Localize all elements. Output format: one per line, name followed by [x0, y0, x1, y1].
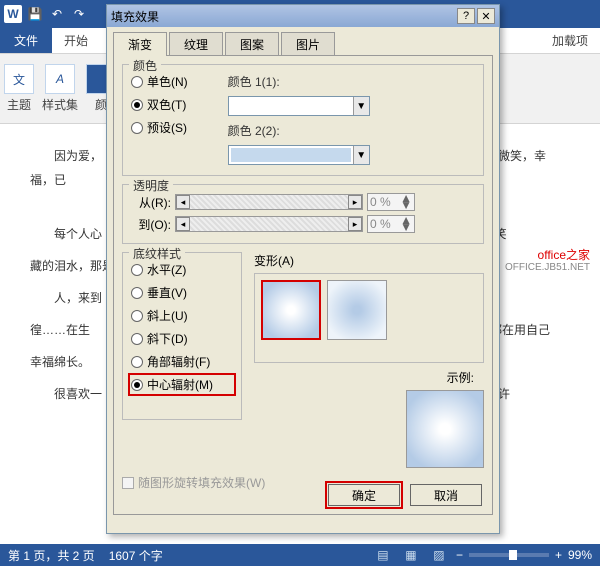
radio-vertical[interactable]: 垂直(V): [131, 284, 233, 301]
watermark-text: office之家: [505, 248, 590, 262]
variants-box: [254, 273, 484, 363]
arrow-left-icon[interactable]: ◂: [176, 217, 190, 231]
zoom-in-icon[interactable]: +: [555, 548, 562, 562]
styleset-icon: A: [45, 64, 75, 94]
radio-label: 单色(N): [147, 73, 188, 90]
undo-icon[interactable]: ↶: [48, 5, 66, 23]
arrow-left-icon[interactable]: ◂: [176, 195, 190, 209]
zoom-out-icon[interactable]: −: [456, 548, 463, 562]
transparency-group-title: 透明度: [129, 177, 173, 194]
radio-label: 角部辐射(F): [147, 353, 210, 370]
radio-corner[interactable]: 角部辐射(F): [131, 353, 233, 370]
doc-text: 幸福绵长。: [30, 355, 90, 369]
tab-pattern[interactable]: 图案: [225, 32, 279, 56]
dialog-tabs: 渐变 纹理 图案 图片: [107, 27, 499, 55]
dialog-body: 颜色 单色(N) 双色(T) 预设(S) 颜色 1(1): ▼ 颜色 2(2):…: [113, 55, 493, 515]
styleset-button[interactable]: A 样式集: [42, 64, 78, 113]
color2-combo[interactable]: ▼: [228, 145, 370, 165]
to-slider[interactable]: ◂▸: [175, 216, 363, 232]
radio-label: 斜上(U): [147, 307, 188, 324]
radio-diag-down[interactable]: 斜下(D): [131, 330, 233, 347]
color1-combo[interactable]: ▼: [228, 96, 370, 116]
radio-label: 垂直(V): [147, 284, 187, 301]
shading-group-title: 底纹样式: [129, 245, 185, 262]
example-label: 示例:: [254, 369, 474, 386]
pct-value: 0 %: [370, 217, 391, 231]
help-button[interactable]: ?: [457, 8, 475, 24]
from-label: 从(R):: [131, 194, 171, 211]
radio-one-color[interactable]: 单色(N): [131, 73, 188, 90]
spinner-icon[interactable]: ▲▼: [400, 195, 412, 209]
theme-label: 主题: [7, 96, 31, 113]
dialog-title: 填充效果: [111, 8, 159, 25]
transparency-group: 透明度 从(R): ◂▸ 0 %▲▼ 到(O): ◂▸ 0 %▲▼: [122, 184, 484, 244]
tab-gradient[interactable]: 渐变: [113, 32, 167, 56]
variant-2[interactable]: [327, 280, 387, 340]
view-read-icon[interactable]: ▤: [372, 546, 394, 564]
to-percent[interactable]: 0 % ▲▼: [367, 215, 415, 233]
tab-texture[interactable]: 纹理: [169, 32, 223, 56]
arrow-right-icon[interactable]: ▸: [348, 195, 362, 209]
tab-addin[interactable]: 加载项: [540, 28, 600, 53]
close-button[interactable]: ✕: [477, 8, 495, 24]
dialog-titlebar: 填充效果 ? ✕: [107, 5, 499, 27]
radio-label: 水平(Z): [147, 261, 186, 278]
color2-label: 颜色 2(2):: [228, 122, 370, 139]
redo-icon[interactable]: ↷: [70, 5, 88, 23]
radio-label: 中心辐射(M): [147, 376, 213, 393]
ok-button[interactable]: 确定: [328, 484, 400, 506]
doc-text: 每个人心: [54, 227, 102, 241]
radio-label: 双色(T): [147, 96, 186, 113]
radio-center[interactable]: 中心辐射(M): [131, 376, 233, 393]
fill-effects-dialog: 填充效果 ? ✕ 渐变 纹理 图案 图片 颜色 单色(N) 双色(T) 预设(S…: [106, 4, 500, 534]
colors-group-title: 颜色: [129, 57, 161, 74]
colors-group: 颜色 单色(N) 双色(T) 预设(S) 颜色 1(1): ▼ 颜色 2(2):…: [122, 64, 484, 176]
doc-text: 很喜欢一: [54, 387, 102, 401]
radio-diag-up[interactable]: 斜上(U): [131, 307, 233, 324]
word-icon: W: [4, 5, 22, 23]
tab-picture[interactable]: 图片: [281, 32, 335, 56]
to-label: 到(O):: [131, 216, 171, 233]
radio-two-color[interactable]: 双色(T): [131, 96, 188, 113]
shading-group: 底纹样式 水平(Z) 垂直(V) 斜上(U) 斜下(D) 角部辐射(F) 中心辐…: [122, 252, 242, 420]
zoom-slider[interactable]: [469, 553, 549, 557]
radio-label: 斜下(D): [147, 330, 188, 347]
view-print-icon[interactable]: ▦: [400, 546, 422, 564]
word-count[interactable]: 1607 个字: [109, 547, 163, 564]
checkbox-icon: [122, 477, 134, 489]
theme-icon: 文: [4, 64, 34, 94]
save-icon[interactable]: 💾: [26, 5, 44, 23]
from-slider[interactable]: ◂▸: [175, 194, 363, 210]
radio-horizontal[interactable]: 水平(Z): [131, 261, 233, 278]
from-percent[interactable]: 0 % ▲▼: [367, 193, 415, 211]
theme-button[interactable]: 文 主题: [4, 64, 34, 113]
cancel-button[interactable]: 取消: [410, 484, 482, 506]
page-indicator[interactable]: 第 1 页，共 2 页: [8, 547, 95, 564]
variants-label: 变形(A): [254, 252, 484, 269]
example-preview: [406, 390, 484, 468]
checkbox-label: 随图形旋转填充效果(W): [138, 474, 265, 491]
zoom-level[interactable]: 99%: [568, 548, 592, 562]
status-bar: 第 1 页，共 2 页 1607 个字 ▤ ▦ ▨ − + 99%: [0, 544, 600, 566]
doc-text: 因为爱，: [54, 149, 102, 163]
watermark: office之家 OFFICE.JB51.NET: [505, 248, 590, 274]
color1-label: 颜色 1(1):: [228, 73, 370, 90]
watermark-url: OFFICE.JB51.NET: [505, 262, 590, 274]
arrow-right-icon[interactable]: ▸: [348, 217, 362, 231]
variant-1[interactable]: [261, 280, 321, 340]
chevron-down-icon[interactable]: ▼: [353, 97, 369, 115]
radio-preset[interactable]: 预设(S): [131, 119, 188, 136]
view-web-icon[interactable]: ▨: [428, 546, 450, 564]
chevron-down-icon[interactable]: ▼: [353, 146, 369, 164]
spinner-icon[interactable]: ▲▼: [400, 217, 412, 231]
tab-start[interactable]: 开始: [52, 28, 100, 53]
doc-text: 人，来到: [54, 291, 102, 305]
radio-label: 预设(S): [147, 119, 187, 136]
doc-text: 徨……在生: [30, 323, 90, 337]
pct-value: 0 %: [370, 195, 391, 209]
styleset-label: 样式集: [42, 96, 78, 113]
file-tab[interactable]: 文件: [0, 28, 52, 53]
